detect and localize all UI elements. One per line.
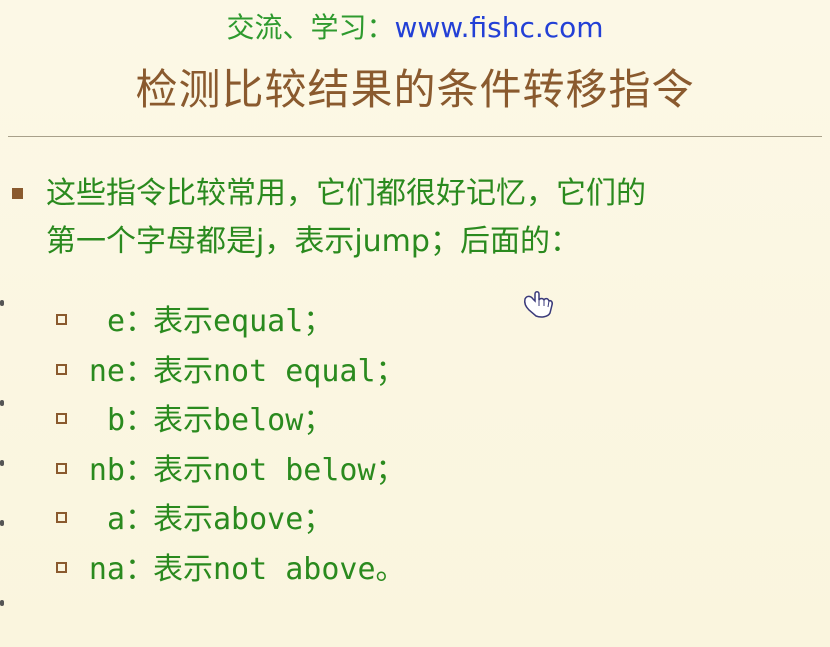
slide: 交流、学习：www.fishc.com 检测比较结果的条件转移指令 这些指令比较… <box>0 0 830 647</box>
edge-artifact <box>0 300 4 306</box>
title-divider <box>8 136 822 137</box>
header-note: 交流、学习：www.fishc.com <box>0 8 830 48</box>
suffix-code: nb <box>88 452 125 488</box>
intro-line-2: 第一个字母都是j，表示jump；后面的： <box>46 224 580 259</box>
jump-suffix-list: e：表示equal； ne：表示not equal； b：表示below； nb… <box>56 297 616 594</box>
meaning-prefix: 表示 <box>153 452 213 488</box>
meaning-text: not below； <box>213 452 406 488</box>
edge-artifact <box>0 460 4 466</box>
sub-bullet-icon <box>56 314 67 325</box>
separator: ： <box>125 304 155 339</box>
sub-bullet-icon <box>56 413 67 424</box>
list-item: a：表示above； <box>56 495 616 545</box>
meaning-prefix: 表示 <box>153 353 213 389</box>
meaning-prefix: 表示 <box>153 502 213 537</box>
meaning-text: not above。 <box>213 551 406 587</box>
intro-paragraph: 这些指令比较常用，它们都很好记忆，它们的 第一个字母都是j，表示jump；后面的… <box>46 170 806 266</box>
meaning-text: above； <box>213 502 334 537</box>
meaning-text: equal； <box>213 304 334 339</box>
meaning-text: below； <box>213 403 334 438</box>
suffix-code: a <box>106 502 125 537</box>
header-url[interactable]: www.fishc.com <box>394 11 603 44</box>
sub-bullet-icon <box>56 363 67 375</box>
sub-bullet-icon <box>56 462 67 474</box>
edge-artifact <box>0 600 4 606</box>
suffix-code: b <box>106 403 125 438</box>
meaning-text: not equal； <box>213 353 406 389</box>
meaning-prefix: 表示 <box>153 304 213 339</box>
edge-artifact <box>0 520 4 526</box>
edge-artifact <box>0 400 4 406</box>
slide-title: 检测比较结果的条件转移指令 <box>135 65 695 114</box>
list-item: nb：表示not below； <box>56 446 616 496</box>
pointer-hand-icon <box>524 291 553 318</box>
intro-line-1: 这些指令比较常用，它们都很好记忆，它们的 <box>46 176 646 211</box>
separator: ： <box>125 551 155 587</box>
sub-bullet-icon <box>56 512 67 523</box>
suffix-code: na <box>88 551 125 587</box>
meaning-prefix: 表示 <box>153 403 213 438</box>
separator: ： <box>125 403 155 438</box>
meaning-prefix: 表示 <box>153 551 213 587</box>
list-item: ne：表示not equal； <box>56 347 616 397</box>
main-bullet-icon <box>12 188 23 199</box>
sub-bullet-icon <box>56 561 67 573</box>
separator: ： <box>125 502 155 537</box>
suffix-code: e <box>106 304 125 339</box>
list-item: na：表示not above。 <box>56 545 616 595</box>
list-item: b：表示below； <box>56 396 616 446</box>
separator: ： <box>125 353 155 389</box>
header-label: 交流、学习： <box>226 11 395 44</box>
suffix-code: ne <box>88 353 125 389</box>
separator: ： <box>125 452 155 488</box>
